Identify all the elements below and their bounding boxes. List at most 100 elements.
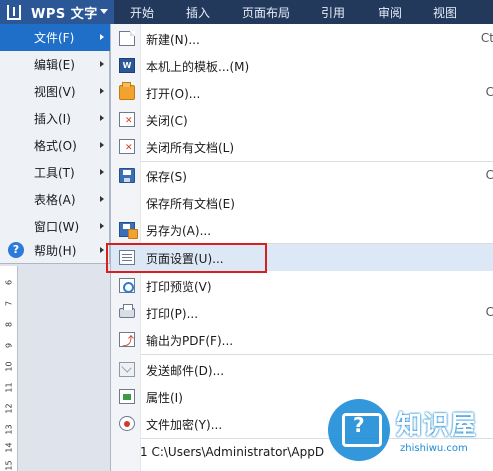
- menu-item-label: 格式(O): [34, 139, 77, 153]
- menu-item-label: 窗口(W): [34, 220, 80, 234]
- page-setup-icon: [119, 250, 135, 265]
- tab-home[interactable]: 开始: [130, 0, 154, 24]
- shortcut-text: C: [485, 85, 493, 99]
- submenu-item-label: 保存(S): [146, 170, 187, 184]
- menu-item-file[interactable]: 文件(F): [0, 24, 110, 51]
- menu-item-label: 工具(T): [34, 166, 75, 180]
- submenu-item-new[interactable]: 新建(N)... Ct: [111, 25, 493, 52]
- save-icon: [119, 168, 135, 183]
- submenu-item-close[interactable]: 关闭(C): [111, 106, 493, 133]
- submenu-item-print-preview[interactable]: 打印预览(V): [111, 272, 493, 299]
- chevron-right-icon: [100, 34, 104, 40]
- menu-item-format[interactable]: 格式(O): [0, 132, 110, 159]
- menu-item-label: 帮助(H): [34, 244, 77, 258]
- submenu-item-save-all[interactable]: 保存所有文档(E): [111, 189, 493, 216]
- chevron-right-icon: [100, 115, 104, 121]
- menu-item-label: 插入(I): [34, 112, 71, 126]
- submenu-item-open[interactable]: 打开(O)... C: [111, 79, 493, 106]
- submenu-item-label: 输出为PDF(F)...: [146, 334, 234, 348]
- recent-file-item[interactable]: 1 C:\Users\Administrator\AppD: [140, 445, 324, 459]
- ruler-number: 12: [4, 403, 14, 414]
- submenu-item-close-all[interactable]: 关闭所有文档(L): [111, 133, 493, 160]
- wps-logo-icon: [7, 4, 21, 20]
- submenu-item-label: 关闭所有文档(L): [146, 141, 235, 155]
- watermark-domain: zhishiwu.com: [400, 443, 468, 454]
- chevron-right-icon: [100, 223, 104, 229]
- ruler-number: 6: [4, 279, 14, 286]
- menu-item-help[interactable]: ? 帮助(H): [0, 237, 110, 264]
- submenu-item-label: 保存所有文档(E): [146, 197, 235, 211]
- shortcut-text: Ct: [480, 31, 493, 45]
- pdf-export-icon: [119, 332, 135, 349]
- close-document-icon: [119, 112, 135, 127]
- menu-item-table[interactable]: 表格(A): [0, 186, 110, 213]
- close-all-icon: [117, 137, 135, 154]
- submenu-item-page-setup[interactable]: 页面设置(U)...: [111, 244, 493, 271]
- menu-item-edit[interactable]: 编辑(E): [0, 51, 110, 78]
- ruler-number: 13: [4, 424, 14, 435]
- watermark: 知识屋 zhishiwu.com: [320, 391, 493, 471]
- tab-review[interactable]: 审阅: [378, 0, 402, 24]
- print-preview-icon: [119, 278, 135, 293]
- ruler-number: 8: [4, 321, 14, 328]
- chevron-right-icon: [100, 247, 104, 253]
- title-bar: WPS 文字 开始 插入 页面布局 引用 审阅 视图: [0, 0, 493, 24]
- submenu-item-label: 打印(P)...: [146, 307, 199, 321]
- submenu-item-save[interactable]: 保存(S) C: [111, 162, 493, 189]
- ruler-number: 14: [4, 442, 14, 453]
- submenu-item-label: 属性(I): [146, 391, 183, 405]
- submenu-item-label: 新建(N)...: [146, 33, 200, 47]
- ruler-number: 7: [4, 300, 14, 307]
- save-as-icon: [119, 222, 138, 239]
- menu-item-window[interactable]: 窗口(W): [0, 213, 110, 240]
- menu-item-label: 文件(F): [34, 31, 75, 45]
- submenu-item-local-templates[interactable]: W 本机上的模板...(M): [111, 52, 493, 79]
- chevron-right-icon: [100, 61, 104, 67]
- tab-view[interactable]: 视图: [433, 0, 457, 24]
- vertical-ruler: 6 7 8 9 10 11 12 13 14 15: [0, 266, 18, 471]
- submenu-item-send-mail[interactable]: 发送邮件(D)...: [111, 356, 493, 383]
- ruler-number: 9: [4, 342, 14, 349]
- watermark-name: 知识屋: [396, 411, 478, 441]
- chevron-right-icon: [100, 142, 104, 148]
- ruler-number: 15: [4, 460, 14, 471]
- submenu-item-label: 页面设置(U)...: [146, 252, 224, 266]
- submenu-item-label: 另存为(A)...: [146, 224, 212, 238]
- menu-separator: [141, 354, 493, 355]
- chevron-right-icon: [100, 169, 104, 175]
- template-icon: W: [119, 58, 135, 73]
- tab-references[interactable]: 引用: [321, 0, 345, 24]
- new-document-icon: [119, 31, 135, 46]
- wps-menu-button[interactable]: WPS 文字: [0, 0, 114, 24]
- wps-main-menu: 文件(F) 编辑(E) 视图(V) 插入(I) 格式(O) 工具(T) 表格(A…: [0, 24, 110, 264]
- submenu-item-label: 本机上的模板...(M): [146, 60, 250, 74]
- submenu-item-label: 文件加密(Y)...: [146, 418, 223, 432]
- ruler-number: 11: [4, 382, 14, 393]
- menu-item-insert[interactable]: 插入(I): [0, 105, 110, 132]
- menu-item-view[interactable]: 视图(V): [0, 78, 110, 105]
- watermark-logo-icon: [328, 399, 390, 461]
- properties-icon: [119, 389, 135, 404]
- submenu-item-label: 发送邮件(D)...: [146, 364, 225, 378]
- chevron-right-icon: [100, 196, 104, 202]
- shortcut-text: C: [485, 305, 493, 319]
- submenu-item-print[interactable]: 打印(P)... C: [111, 299, 493, 326]
- submenu-item-label: 关闭(C): [146, 114, 188, 128]
- menu-item-label: 表格(A): [34, 193, 76, 207]
- tab-insert[interactable]: 插入: [186, 0, 210, 24]
- tab-page-layout[interactable]: 页面布局: [242, 0, 290, 24]
- chevron-down-icon: [100, 9, 108, 14]
- menu-item-label: 视图(V): [34, 85, 76, 99]
- submenu-item-export-pdf[interactable]: 输出为PDF(F)...: [111, 326, 493, 353]
- submenu-item-save-as[interactable]: 另存为(A)...: [111, 216, 493, 243]
- menu-item-tools[interactable]: 工具(T): [0, 159, 110, 186]
- app-title: WPS 文字: [31, 6, 98, 22]
- open-folder-icon: [119, 82, 135, 100]
- chevron-right-icon: [100, 88, 104, 94]
- menu-item-label: 编辑(E): [34, 58, 75, 72]
- mail-icon: [119, 362, 135, 377]
- encrypt-icon: [119, 416, 135, 431]
- ruler-number: 10: [4, 361, 14, 372]
- shortcut-text: C: [485, 168, 493, 182]
- submenu-item-label: 打开(O)...: [146, 87, 201, 101]
